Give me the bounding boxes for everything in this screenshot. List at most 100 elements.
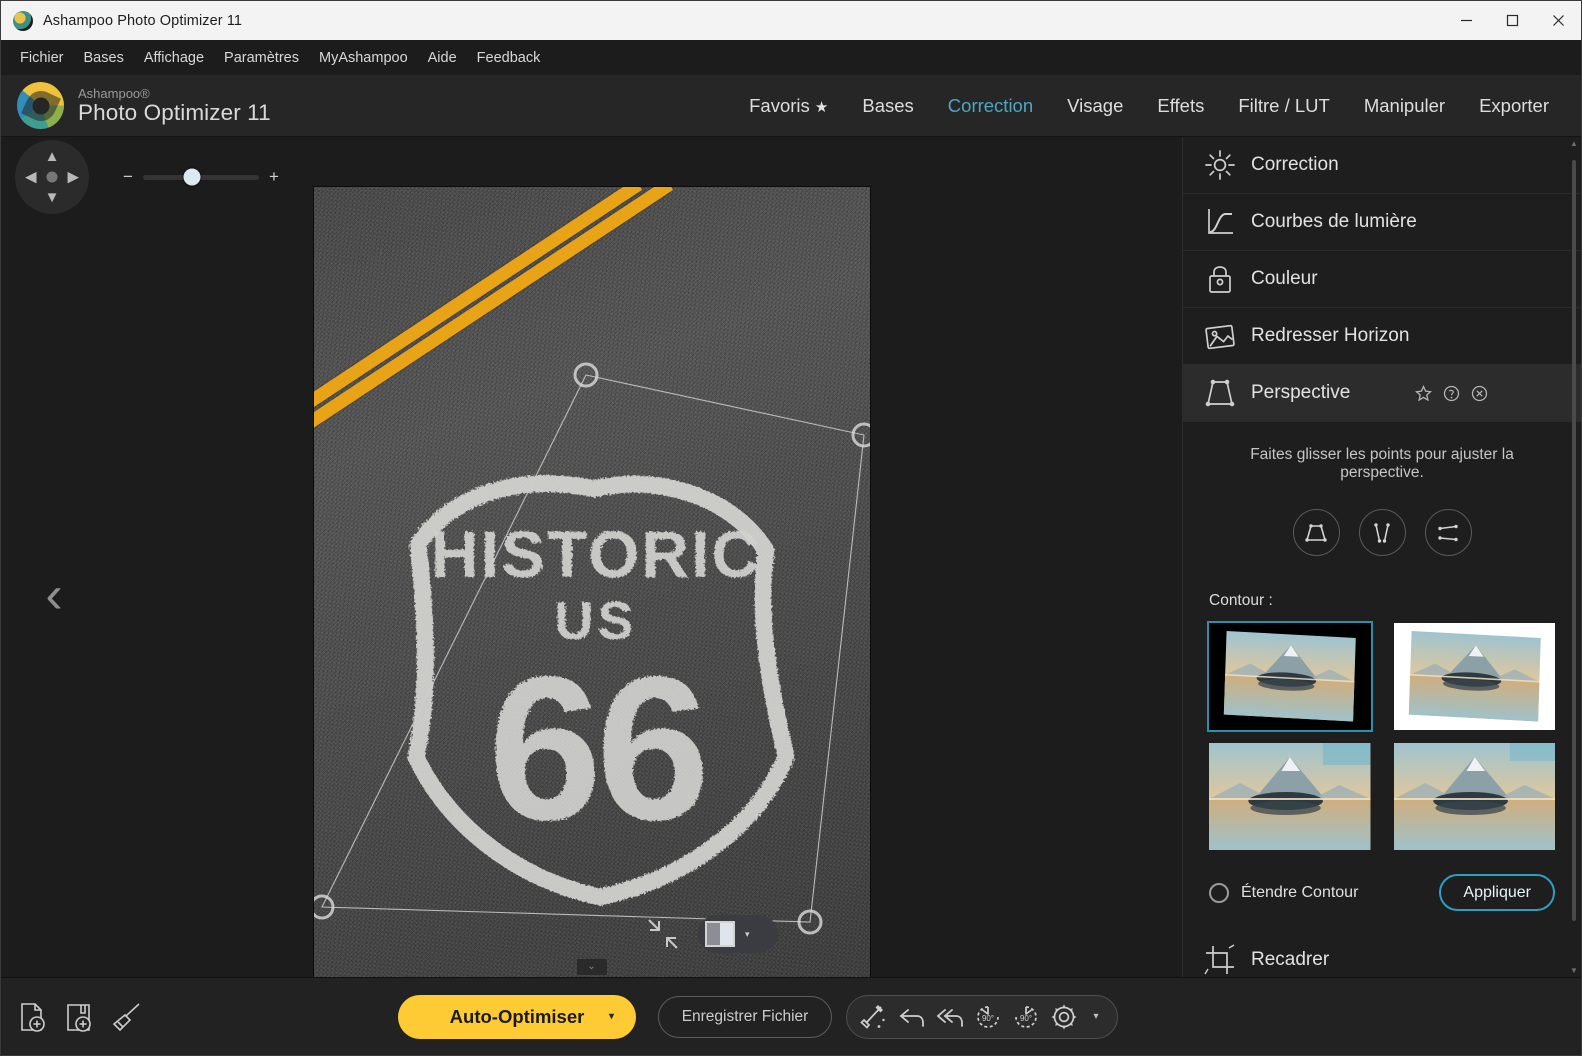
zoom-in-icon[interactable]: + bbox=[267, 167, 281, 187]
fit-to-screen-icon[interactable] bbox=[646, 917, 680, 951]
menu-feedback[interactable]: Feedback bbox=[467, 46, 551, 70]
photo-image: HISTORIC US 66 bbox=[314, 187, 870, 1007]
contour-thumb-blur[interactable] bbox=[1209, 743, 1371, 850]
horizontal-lines-mode-button[interactable] bbox=[1425, 509, 1472, 556]
add-file-icon[interactable] bbox=[15, 1000, 49, 1034]
tab-visage[interactable]: Visage bbox=[1053, 89, 1137, 123]
sidebar-item-courbes-de-lumiere[interactable]: Courbes de lumière bbox=[1183, 194, 1581, 251]
scroll-down-icon[interactable]: ▼ bbox=[1570, 966, 1578, 975]
tab-filtre-lut[interactable]: Filtre / LUT bbox=[1224, 89, 1343, 123]
header-nav-bar: Ashampoo® Photo Optimizer 11 Favoris ★ B… bbox=[1, 75, 1581, 137]
scroll-up-icon[interactable]: ▲ bbox=[1570, 139, 1578, 148]
sidebar-label-perspective: Perspective bbox=[1251, 382, 1350, 404]
contour-thumb-white[interactable] bbox=[1394, 623, 1556, 730]
tab-bases[interactable]: Bases bbox=[848, 89, 927, 123]
minimize-button[interactable] bbox=[1443, 1, 1489, 40]
window-title: Ashampoo Photo Optimizer 11 bbox=[43, 13, 242, 29]
tab-favoris[interactable]: Favoris ★ bbox=[735, 89, 842, 123]
menu-aide[interactable]: Aide bbox=[418, 46, 467, 70]
application-window: Ashampoo Photo Optimizer 11 Fichier Base… bbox=[0, 0, 1582, 1056]
rotate-left-90-icon[interactable]: 90° bbox=[971, 1000, 1004, 1033]
scrollbar-thumb[interactable] bbox=[1572, 160, 1576, 922]
settings-gear-icon[interactable] bbox=[1047, 1000, 1080, 1033]
sidebar-label-correction: Correction bbox=[1251, 154, 1339, 176]
edit-tools-group: 90° 90° ▾ bbox=[846, 995, 1118, 1039]
star-icon: ★ bbox=[815, 99, 828, 116]
auto-optimize-wrap: Auto-Optimiser ▾ bbox=[398, 995, 636, 1039]
tab-exporter[interactable]: Exporter bbox=[1465, 89, 1563, 123]
app-logo-icon bbox=[13, 11, 33, 31]
undo-all-icon[interactable] bbox=[933, 1000, 966, 1033]
trapezoid-mode-button[interactable] bbox=[1293, 509, 1340, 556]
sidebar-item-correction[interactable]: Correction bbox=[1183, 137, 1581, 194]
menu-myashampoo[interactable]: MyAshampoo bbox=[309, 46, 418, 70]
pan-down-icon[interactable]: ▼ bbox=[45, 190, 60, 205]
maximize-button[interactable] bbox=[1489, 1, 1535, 40]
compare-view-button[interactable]: ▾ bbox=[698, 915, 778, 953]
previous-image-button[interactable]: ‹ bbox=[31, 569, 77, 625]
svg-text:90°: 90° bbox=[981, 1014, 993, 1023]
vertical-lines-mode-button[interactable] bbox=[1359, 509, 1406, 556]
zoom-out-icon[interactable]: − bbox=[121, 167, 135, 187]
undo-icon[interactable] bbox=[895, 1000, 928, 1033]
zoom-thumb[interactable] bbox=[183, 169, 200, 186]
rotate-right-90-icon[interactable]: 90° bbox=[1009, 1000, 1042, 1033]
menu-affichage[interactable]: Affichage bbox=[134, 46, 214, 70]
pan-right-icon[interactable]: ▶ bbox=[67, 170, 79, 185]
pan-navigator[interactable]: ▲ ▼ ◀ ▶ bbox=[15, 140, 89, 214]
tab-correction[interactable]: Correction bbox=[934, 89, 1047, 123]
sidebar-scrollbar[interactable]: ▲ ▼ bbox=[1570, 143, 1578, 971]
window-controls bbox=[1443, 1, 1581, 40]
photo-frame[interactable]: HISTORIC US 66 bbox=[314, 187, 870, 1007]
perspective-icon bbox=[1203, 376, 1237, 410]
sidebar-item-redresser-horizon[interactable]: Redresser Horizon bbox=[1183, 308, 1581, 365]
menu-fichier[interactable]: Fichier bbox=[10, 46, 74, 70]
main-body: ▲ ▼ ◀ ▶ − + ‹ › bbox=[1, 137, 1581, 977]
sidebar-row-actions bbox=[1414, 384, 1489, 403]
bottom-toolbar: Auto-Optimiser ▾ Enregistrer Fichier bbox=[1, 977, 1581, 1055]
broom-clear-icon[interactable] bbox=[109, 1000, 143, 1034]
sidebar-item-recadrer[interactable]: Recadrer bbox=[1183, 932, 1581, 977]
sun-brightness-icon bbox=[1203, 148, 1237, 182]
contour-thumb-black[interactable] bbox=[1209, 623, 1371, 730]
compare-caret-icon[interactable]: ▾ bbox=[745, 929, 750, 940]
sidebar-label-courbes: Courbes de lumière bbox=[1251, 211, 1417, 233]
pan-left-icon[interactable]: ◀ bbox=[25, 170, 37, 185]
brand-title: Photo Optimizer 11 bbox=[78, 101, 271, 125]
ashampoo-swirl-icon bbox=[17, 82, 64, 129]
tools-sidebar: Correction Courbes de lumière bbox=[1182, 137, 1581, 977]
help-circle-icon[interactable] bbox=[1442, 384, 1461, 403]
crop-icon bbox=[1203, 943, 1237, 977]
zoom-slider[interactable]: − + bbox=[121, 167, 281, 187]
save-file-button[interactable]: Enregistrer Fichier bbox=[658, 996, 832, 1038]
extend-contour-radio[interactable] bbox=[1209, 883, 1229, 903]
contour-thumb-stretch[interactable] bbox=[1394, 743, 1556, 850]
sidebar-item-couleur[interactable]: Couleur bbox=[1183, 251, 1581, 308]
menu-bar: Fichier Bases Affichage Paramètres MyAsh… bbox=[1, 40, 1581, 75]
tab-effets[interactable]: Effets bbox=[1143, 89, 1218, 123]
pan-up-icon[interactable]: ▲ bbox=[45, 149, 60, 164]
tab-manipuler[interactable]: Manipuler bbox=[1350, 89, 1459, 123]
auto-optimize-caret-icon[interactable]: ▾ bbox=[609, 1011, 614, 1022]
straighten-horizon-icon bbox=[1203, 319, 1237, 353]
menu-bases[interactable]: Bases bbox=[74, 46, 134, 70]
close-circle-icon[interactable] bbox=[1470, 384, 1489, 403]
close-button[interactable] bbox=[1535, 1, 1581, 40]
zoom-track[interactable] bbox=[143, 175, 259, 180]
svg-text:HISTORIC: HISTORIC bbox=[430, 517, 760, 591]
apply-button[interactable]: Appliquer bbox=[1439, 874, 1555, 911]
collapse-filmstrip-button[interactable]: ⌄ bbox=[577, 959, 607, 975]
tools-caret-icon[interactable]: ▾ bbox=[1085, 1011, 1107, 1022]
auto-optimize-button[interactable]: Auto-Optimiser ▾ bbox=[398, 995, 636, 1039]
menu-parametres[interactable]: Paramètres bbox=[214, 46, 309, 70]
bottom-left-icons bbox=[15, 1000, 143, 1034]
star-icon[interactable] bbox=[1414, 384, 1433, 403]
pan-center-dot[interactable] bbox=[47, 172, 58, 183]
viewer-column: ▲ ▼ ◀ ▶ − + ‹ › bbox=[1, 137, 1182, 977]
add-folder-icon[interactable] bbox=[62, 1000, 96, 1034]
split-compare-icon bbox=[705, 921, 735, 947]
color-lock-icon bbox=[1203, 262, 1237, 296]
apply-row: Étendre Contour Appliquer bbox=[1209, 874, 1555, 932]
sidebar-item-perspective[interactable]: Perspective bbox=[1183, 365, 1581, 422]
magic-wand-icon[interactable] bbox=[857, 1000, 890, 1033]
